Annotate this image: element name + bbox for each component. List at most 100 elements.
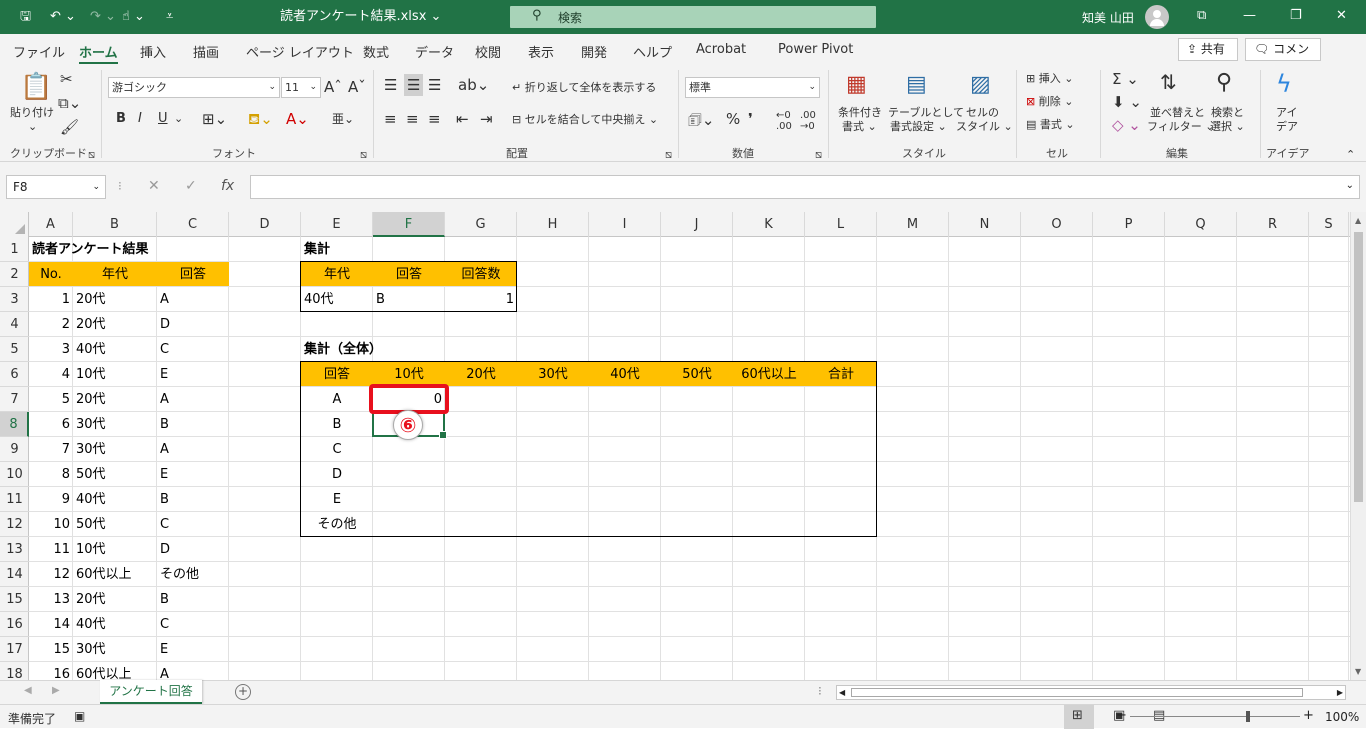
- orientation-icon[interactable]: ab⌄: [458, 76, 489, 94]
- left-table-header[interactable]: 年代: [73, 262, 157, 287]
- left-table-answer[interactable]: その他: [157, 562, 229, 587]
- tab-help[interactable]: ヘルプ: [633, 42, 672, 61]
- horizontal-scrollbar[interactable]: ◀ ▶: [836, 685, 1346, 700]
- left-table-age[interactable]: 50代: [73, 462, 157, 487]
- tab-review[interactable]: 校閲: [475, 42, 501, 61]
- row-header-18[interactable]: 18: [0, 662, 29, 680]
- left-table-no[interactable]: 2: [29, 312, 73, 337]
- overall-row-label[interactable]: その他: [301, 512, 373, 537]
- overall-header[interactable]: 50代: [661, 362, 733, 387]
- left-table-answer[interactable]: A: [157, 287, 229, 312]
- font-name-select[interactable]: 游ゴシック ⌄: [108, 77, 280, 98]
- bold-button[interactable]: B: [116, 112, 126, 126]
- column-header-e[interactable]: E: [301, 212, 373, 237]
- conditional-format-icon[interactable]: ▦: [846, 72, 867, 97]
- sort-filter-label-1[interactable]: 並べ替えと: [1150, 106, 1205, 120]
- conditional-format-button[interactable]: 書式 ⌄: [842, 120, 877, 134]
- decrease-indent-icon[interactable]: ⇤: [456, 110, 469, 128]
- left-table-title[interactable]: 読者アンケート結果: [29, 237, 229, 262]
- overall-header[interactable]: 20代: [445, 362, 517, 387]
- left-table-no[interactable]: 5: [29, 387, 73, 412]
- row-header-7[interactable]: 7: [0, 387, 29, 412]
- left-table-no[interactable]: 15: [29, 637, 73, 662]
- left-table-age[interactable]: 20代: [73, 587, 157, 612]
- font-size-select[interactable]: 11 ⌄: [281, 77, 321, 98]
- left-table-age[interactable]: 50代: [73, 512, 157, 537]
- undo-icon[interactable]: ↶ ⌄: [50, 8, 76, 26]
- column-header-s[interactable]: S: [1309, 212, 1349, 237]
- tab-page-layout[interactable]: ページ レイアウト: [246, 42, 354, 61]
- left-table-no[interactable]: 14: [29, 612, 73, 637]
- add-sheet-icon[interactable]: +: [235, 684, 251, 700]
- left-table-no[interactable]: 11: [29, 537, 73, 562]
- user-name[interactable]: 知美 山田: [1082, 9, 1134, 26]
- column-header-j[interactable]: J: [661, 212, 733, 237]
- scroll-right-icon[interactable]: ▶: [1337, 686, 1343, 699]
- align-middle-icon[interactable]: ☰: [404, 74, 424, 96]
- left-table-answer[interactable]: A: [157, 662, 229, 680]
- customize-qat-icon[interactable]: ⩡: [166, 8, 173, 26]
- overall-header[interactable]: 30代: [517, 362, 589, 387]
- sort-filter-icon[interactable]: ⇅: [1160, 70, 1177, 94]
- left-table-answer[interactable]: C: [157, 612, 229, 637]
- increase-font-icon[interactable]: Aˆ: [324, 78, 342, 96]
- left-table-no[interactable]: 12: [29, 562, 73, 587]
- left-table-age[interactable]: 40代: [73, 612, 157, 637]
- left-table-answer[interactable]: B: [157, 587, 229, 612]
- cut-icon[interactable]: ✂: [60, 70, 73, 88]
- row-header-10[interactable]: 10: [0, 462, 29, 487]
- row-header-15[interactable]: 15: [0, 587, 29, 612]
- find-select-button[interactable]: 選択 ⌄: [1210, 120, 1245, 134]
- row-header-6[interactable]: 6: [0, 362, 29, 387]
- prev-sheet-icon[interactable]: ◀: [24, 685, 32, 696]
- tab-power-pivot[interactable]: Power Pivot: [778, 42, 853, 57]
- tab-developer[interactable]: 開発: [581, 42, 607, 61]
- format-as-table-button[interactable]: 書式設定 ⌄: [890, 120, 947, 134]
- left-table-no[interactable]: 3: [29, 337, 73, 362]
- row-header-14[interactable]: 14: [0, 562, 29, 587]
- italic-button[interactable]: I: [138, 112, 142, 126]
- cancel-icon[interactable]: ✕: [148, 178, 160, 194]
- ribbon-display-icon[interactable]: ⧉: [1197, 8, 1206, 23]
- alignment-launcher-icon[interactable]: ⧅: [665, 148, 672, 162]
- left-table-answer[interactable]: E: [157, 462, 229, 487]
- cell-styles-button[interactable]: スタイル ⌄: [956, 120, 1013, 134]
- left-table-no[interactable]: 13: [29, 587, 73, 612]
- minimize-icon[interactable]: —: [1243, 8, 1256, 23]
- fill-icon[interactable]: ⬇ ⌄: [1112, 93, 1142, 111]
- insert-cells-button[interactable]: ⊞ 挿入 ⌄: [1026, 72, 1073, 86]
- overall-row-label[interactable]: A: [301, 387, 373, 412]
- vertical-scrollbar[interactable]: ▲ ▼: [1350, 212, 1366, 680]
- paste-dropdown-icon[interactable]: ⌄: [28, 120, 37, 134]
- column-header-f[interactable]: F: [373, 212, 445, 237]
- clipboard-launcher-icon[interactable]: ⧅: [88, 148, 95, 162]
- column-header-h[interactable]: H: [517, 212, 589, 237]
- overall-row-label[interactable]: E: [301, 487, 373, 512]
- row-header-17[interactable]: 17: [0, 637, 29, 662]
- percent-icon[interactable]: %: [726, 110, 740, 128]
- overall-row-label[interactable]: D: [301, 462, 373, 487]
- row-header-16[interactable]: 16: [0, 612, 29, 637]
- merge-center-button[interactable]: ⊟ セルを結合して中央揃え ⌄: [512, 113, 658, 127]
- left-table-answer[interactable]: B: [157, 487, 229, 512]
- row-header-13[interactable]: 13: [0, 537, 29, 562]
- normal-view-icon[interactable]: ⊞: [1072, 708, 1083, 723]
- left-table-age[interactable]: 30代: [73, 437, 157, 462]
- align-bottom-icon[interactable]: ☰: [428, 76, 441, 94]
- zoom-out-icon[interactable]: −: [1116, 708, 1127, 723]
- horizontal-scroll-thumb[interactable]: [851, 688, 1303, 697]
- clear-icon[interactable]: ◇ ⌄: [1112, 116, 1141, 134]
- tab-draw[interactable]: 描画: [193, 42, 219, 61]
- decrease-decimal-icon[interactable]: .00 →0: [800, 110, 816, 132]
- left-table-age[interactable]: 10代: [73, 362, 157, 387]
- increase-decimal-icon[interactable]: ←0.00: [776, 110, 792, 132]
- column-header-c[interactable]: C: [157, 212, 229, 237]
- share-button[interactable]: ⇪ 共有: [1178, 38, 1238, 61]
- summary-header[interactable]: 回答: [373, 262, 445, 287]
- autosum-icon[interactable]: Σ ⌄: [1112, 70, 1139, 88]
- left-table-answer[interactable]: A: [157, 437, 229, 462]
- tab-view[interactable]: 表示: [528, 42, 554, 61]
- cell-styles-icon[interactable]: ▨: [970, 72, 991, 97]
- next-sheet-icon[interactable]: ▶: [52, 685, 60, 696]
- column-header-p[interactable]: P: [1093, 212, 1165, 237]
